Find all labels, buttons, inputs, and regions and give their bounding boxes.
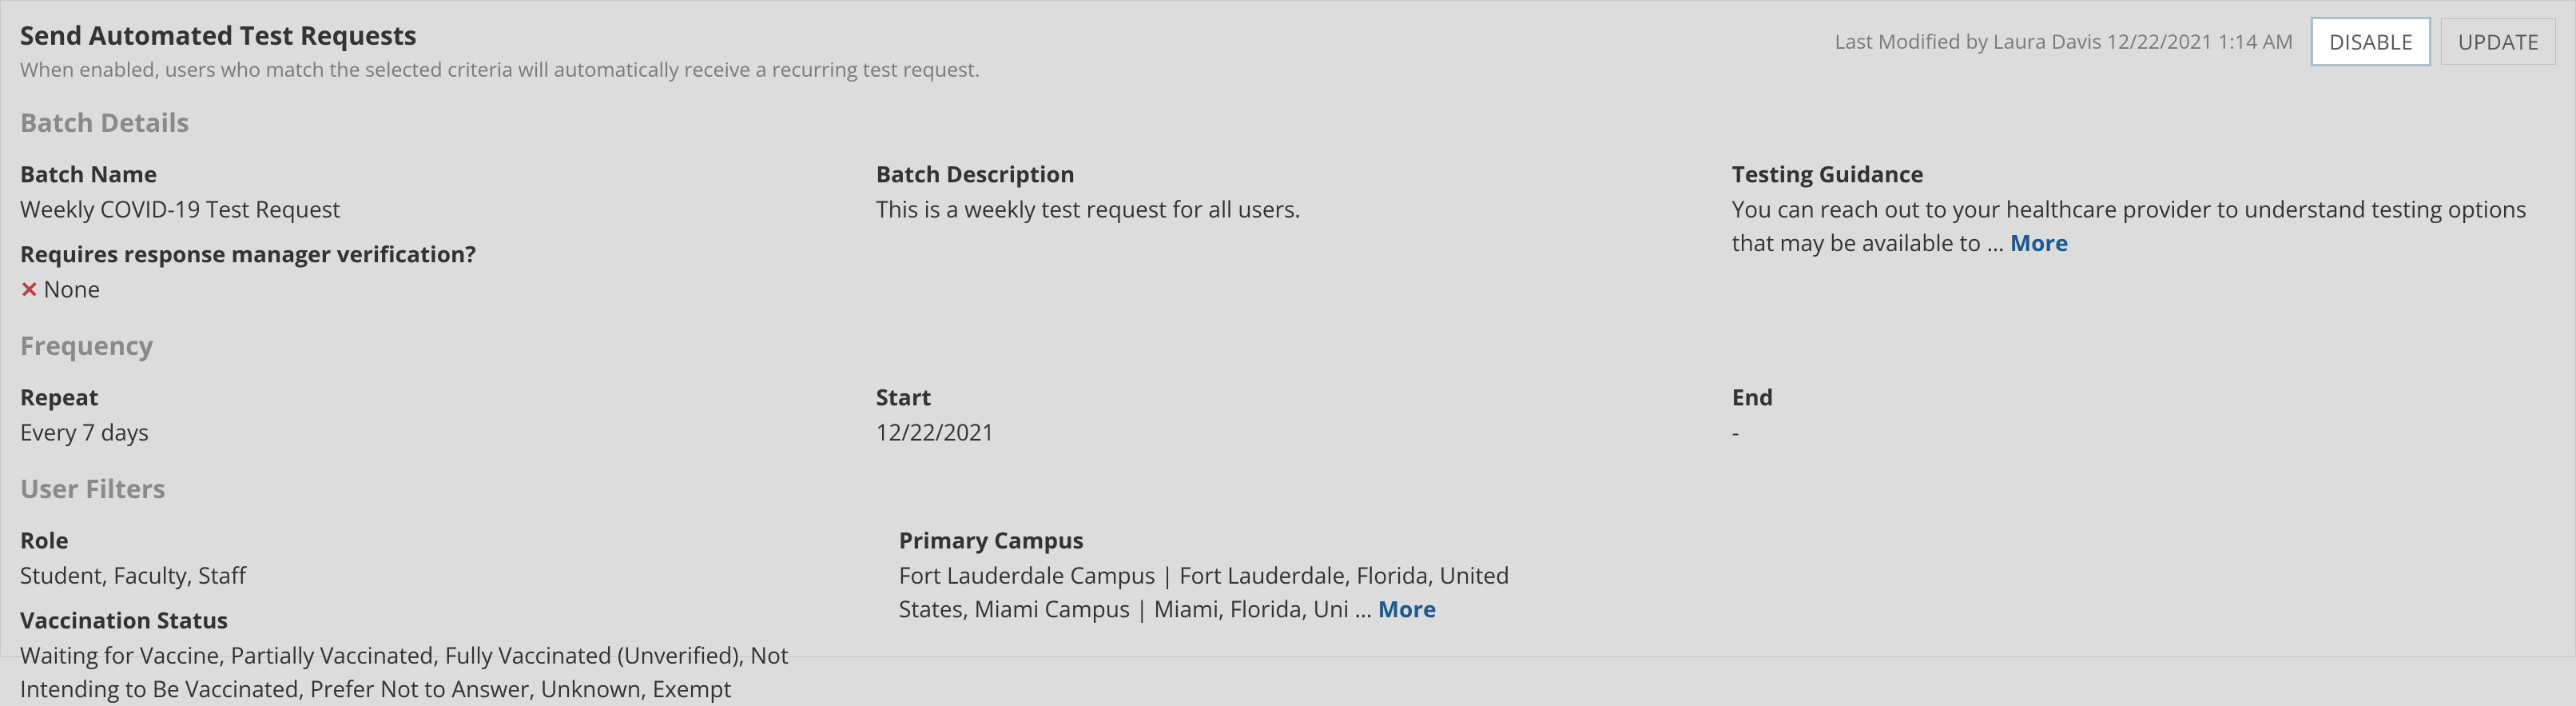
batch-description-label: Batch Description	[876, 159, 1699, 189]
page-title: Send Automated Test Requests	[20, 18, 1835, 53]
requires-verification-text: None	[43, 274, 100, 305]
repeat-col: Repeat Every 7 days	[20, 369, 844, 449]
primary-campus-more-link[interactable]: More	[1378, 594, 1437, 624]
header-right: Last Modified by Laura Davis 12/22/2021 …	[1835, 18, 2556, 65]
testing-guidance-col: Testing Guidance You can reach out to yo…	[1732, 146, 2556, 306]
section-title-frequency: Frequency	[20, 329, 2556, 363]
panel-header: Send Automated Test Requests When enable…	[20, 18, 2556, 83]
vaccination-status-label: Vaccination Status	[20, 605, 867, 636]
role-col: Role Student, Faculty, Staff Vaccination…	[20, 513, 867, 706]
x-icon: ✕	[20, 273, 38, 306]
page-subtitle: When enabled, users who match the select…	[20, 56, 1835, 83]
testing-guidance-value: You can reach out to your healthcare pro…	[1732, 193, 2556, 260]
requires-verification-label: Requires response manager verification?	[20, 239, 844, 269]
testing-guidance-label: Testing Guidance	[1732, 159, 2556, 189]
section-title-batch-details: Batch Details	[20, 106, 2556, 140]
update-button[interactable]: UPDATE	[2441, 18, 2556, 65]
end-label: End	[1732, 382, 2556, 413]
role-label: Role	[20, 525, 867, 556]
section-title-user-filters: User Filters	[20, 472, 2556, 506]
testing-guidance-text: You can reach out to your healthcare pro…	[1732, 194, 2527, 258]
disable-button[interactable]: DISABLE	[2312, 18, 2430, 65]
requires-verification-value: ✕None	[20, 273, 844, 306]
primary-campus-col: Primary Campus Fort Lauderdale Campus | …	[899, 513, 1538, 706]
batch-name-label: Batch Name	[20, 159, 844, 189]
repeat-value: Every 7 days	[20, 416, 844, 449]
role-value: Student, Faculty, Staff	[20, 559, 867, 592]
frequency-row: Repeat Every 7 days Start 12/22/2021 End…	[20, 369, 2556, 449]
vaccination-status-value: Waiting for Vaccine, Partially Vaccinate…	[20, 639, 867, 706]
repeat-label: Repeat	[20, 382, 844, 413]
batch-name-col: Batch Name Weekly COVID-19 Test Request …	[20, 146, 844, 306]
batch-description-value: This is a weekly test request for all us…	[876, 193, 1699, 226]
end-value: -	[1732, 416, 2556, 449]
primary-campus-label: Primary Campus	[899, 525, 1538, 556]
user-filters-row: Role Student, Faculty, Staff Vaccination…	[20, 513, 2556, 706]
filler-col	[1570, 513, 2556, 706]
end-col: End -	[1732, 369, 2556, 449]
testing-guidance-more-link[interactable]: More	[2010, 228, 2069, 258]
start-value: 12/22/2021	[876, 416, 1699, 449]
primary-campus-value: Fort Lauderdale Campus | Fort Lauderdale…	[899, 559, 1538, 626]
start-col: Start 12/22/2021	[876, 369, 1699, 449]
batch-description-col: Batch Description This is a weekly test …	[876, 146, 1699, 306]
batch-name-value: Weekly COVID-19 Test Request	[20, 193, 844, 226]
batch-details-row: Batch Name Weekly COVID-19 Test Request …	[20, 146, 2556, 306]
last-modified: Last Modified by Laura Davis 12/22/2021 …	[1835, 28, 2293, 55]
header-left: Send Automated Test Requests When enable…	[20, 18, 1835, 83]
start-label: Start	[876, 382, 1699, 413]
automated-test-requests-panel: Send Automated Test Requests When enable…	[0, 0, 2576, 657]
